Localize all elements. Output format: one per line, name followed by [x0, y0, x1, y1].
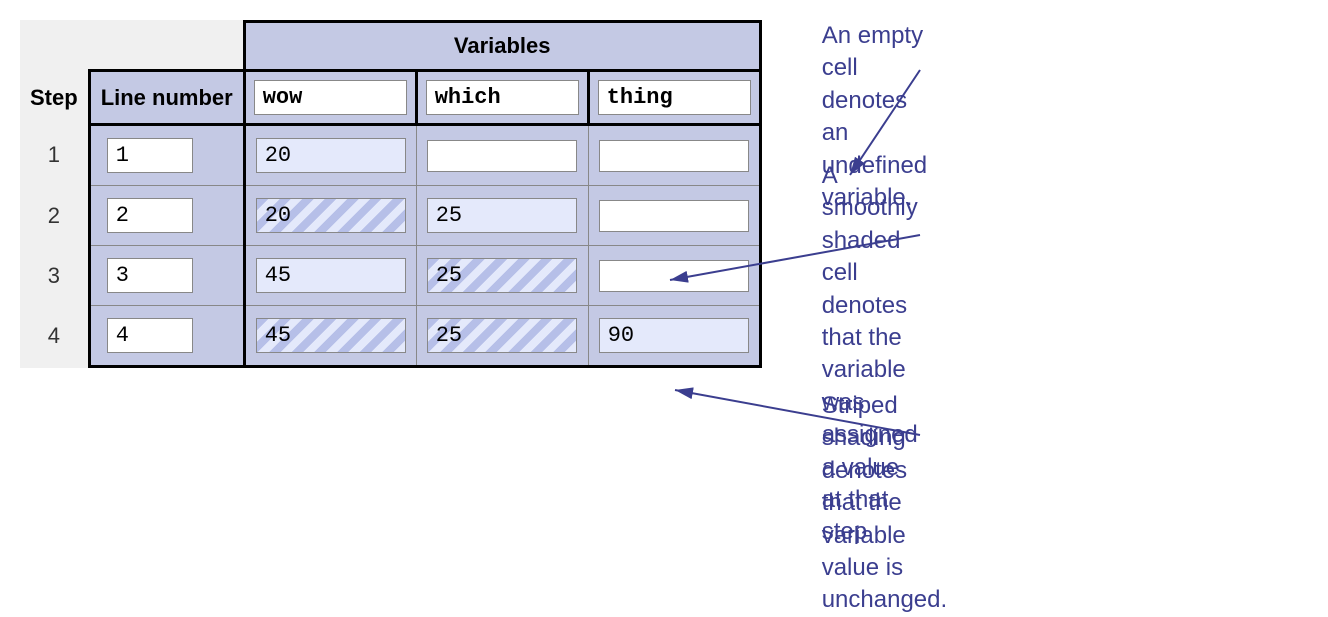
variable-value [599, 140, 749, 172]
variable-cell: 45 [244, 246, 416, 306]
variable-value: 20 [256, 198, 406, 233]
variable-value [427, 140, 577, 172]
line-number-value: 2 [107, 198, 193, 233]
var-header-label: which [426, 80, 579, 115]
diagram-container: Variables Step Line number wow which thi… [20, 20, 1308, 368]
variable-cell: 20 [244, 125, 416, 186]
var-header-which: which [416, 71, 588, 125]
step-value: 2 [20, 186, 89, 246]
line-number-value: 3 [107, 258, 193, 293]
trace-table-wrap: Variables Step Line number wow which thi… [20, 20, 762, 368]
var-header-wow: wow [244, 71, 416, 125]
line-number-value: 1 [107, 138, 193, 173]
step-header: Step [20, 71, 89, 125]
table-row: 33 45 25 [20, 246, 760, 306]
step-value: 4 [20, 306, 89, 367]
var-header-thing: thing [588, 71, 760, 125]
variable-value: 45 [256, 318, 406, 353]
line-header-spacer [89, 22, 244, 71]
step-value: 3 [20, 246, 89, 306]
var-header-label: thing [598, 80, 751, 115]
variable-cell: 90 [588, 306, 760, 367]
variable-cell: 25 [416, 306, 588, 367]
step-value: 1 [20, 125, 89, 186]
line-number-header: Line number [89, 71, 244, 125]
variable-value [599, 260, 749, 292]
variable-cell: 20 [244, 186, 416, 246]
variable-cell [588, 246, 760, 306]
variable-cell: 25 [416, 246, 588, 306]
variable-value: 20 [256, 138, 406, 173]
variable-value: 25 [427, 318, 577, 353]
variable-cell: 45 [244, 306, 416, 367]
line-number-cell: 1 [89, 125, 244, 186]
table-row: 44 45 25 90 [20, 306, 760, 367]
variables-header: Variables [244, 22, 760, 71]
variable-cell [416, 125, 588, 186]
step-header-spacer [20, 22, 89, 71]
trace-table: Variables Step Line number wow which thi… [20, 20, 762, 368]
table-row: 22 20 25 [20, 186, 760, 246]
variable-value [599, 200, 749, 232]
var-header-label: wow [254, 80, 407, 115]
line-number-cell: 2 [89, 186, 244, 246]
variable-cell: 25 [416, 186, 588, 246]
variable-value: 45 [256, 258, 406, 293]
line-number-cell: 4 [89, 306, 244, 367]
variable-value: 25 [427, 258, 577, 293]
variable-cell [588, 186, 760, 246]
line-number-cell: 3 [89, 246, 244, 306]
variable-cell [588, 125, 760, 186]
table-row: 11 20 [20, 125, 760, 186]
variable-value: 90 [599, 318, 749, 353]
annotation-striped: Striped shading denotes that the variabl… [822, 390, 947, 617]
line-number-value: 4 [107, 318, 193, 353]
variable-value: 25 [427, 198, 577, 233]
